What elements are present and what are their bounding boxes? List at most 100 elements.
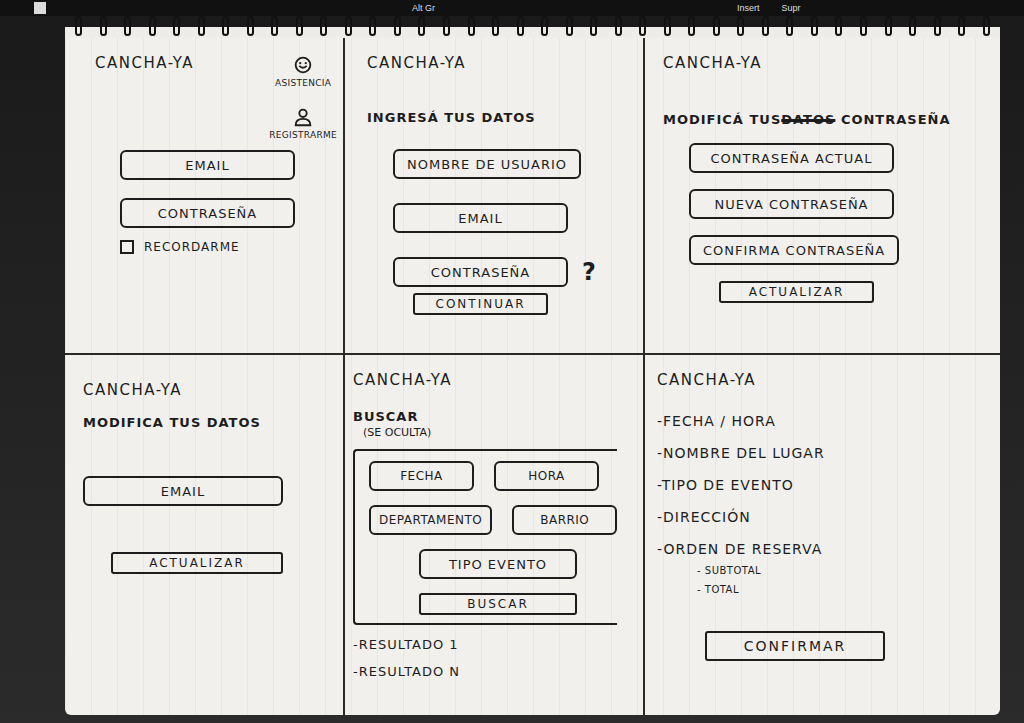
spiral-ring [958, 16, 965, 36]
field-row: EMAIL [83, 476, 283, 506]
action-button[interactable]: ACTUALIZAR [111, 552, 283, 574]
action-label: ASISTENCIA [275, 78, 331, 88]
remember-checkbox[interactable]: RECORDARME [120, 240, 240, 254]
input-field[interactable]: CONTRASEÑA [393, 257, 568, 287]
notebook: CANCHA-YA ASISTENCIA REGISTRARME EMAIL C… [65, 16, 1000, 715]
spiral-ring [517, 16, 524, 36]
screen-header: CANCHA-YA [83, 381, 323, 399]
field-row: BARRIO [512, 505, 617, 535]
spiral-ring [909, 16, 916, 36]
action-button[interactable]: CONTINUAR [413, 293, 548, 315]
input-field[interactable]: FECHA [369, 461, 474, 491]
action-label: REGISTRARME [269, 130, 337, 140]
windows-key-icon [34, 2, 46, 14]
desk: Alt GrInsertSupr CANCHA-YA ASISTENCIA RE… [0, 0, 1024, 723]
spiral-ring [369, 16, 376, 36]
spiral-ring [713, 16, 720, 36]
app-title: CANCHA-YA [83, 381, 182, 399]
spiral-ring [835, 16, 842, 36]
spiral-binding [65, 16, 1000, 38]
spiral-ring [983, 16, 990, 36]
spiral-ring [566, 16, 573, 36]
spiral-ring [541, 16, 548, 36]
list-item: -FECHA / HORA [657, 413, 776, 429]
header-action[interactable]: ASISTENCIA [275, 54, 331, 88]
spiral-ring [198, 16, 205, 36]
checkbox-label: RECORDARME [144, 240, 240, 254]
field-row: CONTRASEÑA [120, 198, 295, 228]
screen-body: MODIFICA TUS DATOS EMAIL ACTUALIZAR [83, 415, 323, 574]
spiral-ring [345, 16, 352, 36]
wireframe-screen: CANCHA-YA INGRESÁ TUS DATOSNOMBRE DE USU… [345, 38, 645, 355]
screen-body: EMAIL CONTRASEÑA RECORDARME [95, 150, 323, 254]
field-row: HORA [494, 461, 599, 491]
checkbox-box[interactable] [120, 240, 134, 254]
spiral-ring [590, 16, 597, 36]
spiral-ring [786, 16, 793, 36]
input-field[interactable]: CONTRASEÑA [120, 198, 295, 228]
input-field[interactable]: CONFIRMA CONTRASEÑA [689, 235, 899, 265]
input-field[interactable]: EMAIL [120, 150, 295, 180]
spiral-ring [468, 16, 475, 36]
screen-heading: BUSCAR [353, 409, 418, 424]
screen-heading: MODIFICA TUS DATOS [83, 415, 261, 430]
input-field[interactable]: TIPO EVENTO [419, 549, 577, 579]
action-button[interactable]: ACTUALIZAR [719, 281, 874, 303]
list-item: -RESULTADO N [353, 664, 460, 679]
input-field[interactable]: NUEVA CONTRASEÑA [689, 189, 894, 219]
note-text: (SE OCULTA) [363, 426, 431, 439]
list-item: -RESULTADO 1 [353, 637, 459, 652]
field-row: EMAIL [393, 203, 568, 233]
spiral-ring [885, 16, 892, 36]
spiral-ring [247, 16, 254, 36]
field-row: EMAIL [120, 150, 295, 180]
field-row: TIPO EVENTO [419, 549, 577, 579]
input-field[interactable]: EMAIL [393, 203, 568, 233]
screen-header: CANCHA-YA [353, 371, 635, 389]
app-title: CANCHA-YA [663, 54, 762, 72]
spiral-ring [296, 16, 303, 36]
screen-header: CANCHA-YA [657, 371, 980, 389]
input-field[interactable]: EMAIL [83, 476, 283, 506]
wireframe-screen: CANCHA-YA MODIFICÁ TUSDATOS CONTRASEÑACO… [645, 38, 1000, 355]
screen-header: CANCHA-YA [367, 54, 623, 72]
spiral-ring [615, 16, 622, 36]
screen-body: MODIFICÁ TUSDATOS CONTRASEÑACONTRASEÑA A… [663, 112, 980, 303]
field-row: NOMBRE DE USUARIO [393, 149, 581, 179]
spiral-ring [222, 16, 229, 36]
screen-header: CANCHA-YA ASISTENCIA REGISTRARME [95, 54, 323, 140]
action-button[interactable]: CONFIRMAR [705, 631, 885, 661]
header-action[interactable]: REGISTRARME [269, 106, 337, 140]
wireframe-screen: CANCHA-YA BUSCAR (SE OCULTA) FECHA HORA DE… [345, 355, 645, 715]
screen-body: INGRESÁ TUS DATOSNOMBRE DE USUARIO EMAIL… [367, 110, 623, 315]
spiral-ring [811, 16, 818, 36]
spiral-ring [492, 16, 499, 36]
list-item: -NOMBRE DEL LUGAR [657, 445, 825, 461]
field-row: NUEVA CONTRASEÑA [689, 189, 894, 219]
input-field[interactable]: DEPARTAMENTO [369, 505, 492, 535]
help-hint[interactable]: ? [582, 258, 596, 286]
screen-body: -FECHA / HORA-NOMBRE DEL LUGAR-TIPO DE E… [657, 413, 980, 661]
wireframe-screen: CANCHA-YA MODIFICA TUS DATOS EMAIL ACTUAL… [65, 355, 345, 715]
user-icon [292, 106, 314, 128]
wireframe-screen: CANCHA-YA ASISTENCIA REGISTRARME EMAIL C… [65, 38, 345, 355]
spiral-ring [271, 16, 278, 36]
input-field[interactable]: CONTRASEÑA ACTUAL [689, 143, 894, 173]
input-field[interactable]: BARRIO [512, 505, 617, 535]
list-item: -DIRECCIÓN [657, 509, 751, 525]
spiral-ring [75, 16, 82, 36]
field-row: FECHA [369, 461, 474, 491]
action-button[interactable]: BUSCAR [419, 593, 577, 615]
field-pair: DEPARTAMENTO BARRIO [369, 505, 617, 535]
field-row: CONTRASEÑA ACTUAL [689, 143, 894, 173]
app-title: CANCHA-YA [367, 54, 466, 72]
input-field[interactable]: NOMBRE DE USUARIO [393, 149, 581, 179]
list-item: -ORDEN DE RESERVA [657, 541, 822, 557]
support-icon [292, 54, 314, 76]
spiral-ring [737, 16, 744, 36]
app-title: CANCHA-YA [657, 371, 756, 389]
header-actions: ASISTENCIA REGISTRARME [269, 54, 337, 140]
field-pair: FECHA HORA [369, 461, 599, 491]
app-title: CANCHA-YA [95, 54, 194, 72]
input-field[interactable]: HORA [494, 461, 599, 491]
